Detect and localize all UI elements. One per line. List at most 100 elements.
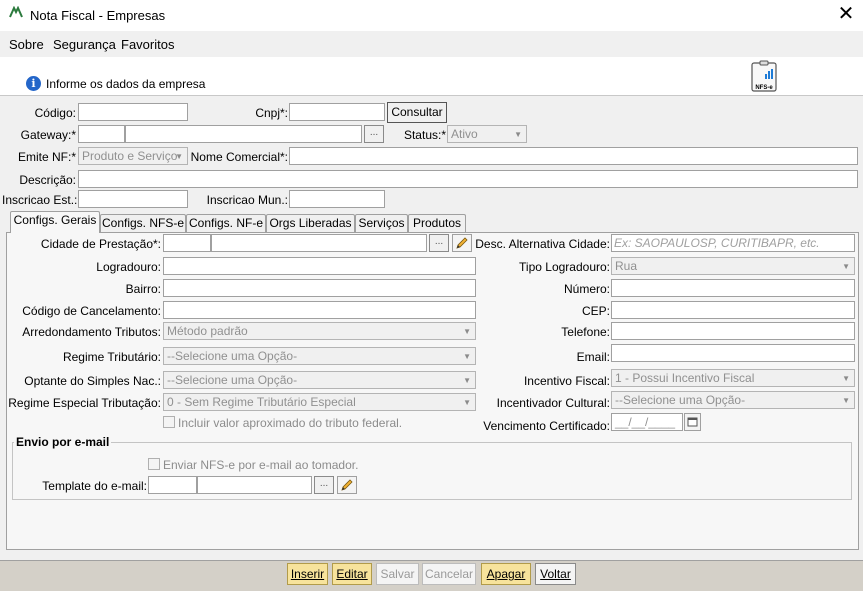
gateway-browse-button[interactable]: ... <box>364 125 384 143</box>
telefone-label: Telefone: <box>561 325 610 339</box>
incentivador-cultural-select[interactable]: --Selecione uma Opção- ▼ <box>611 391 855 409</box>
gateway-code-field[interactable] <box>78 125 125 143</box>
menu-seguranca[interactable]: Segurança <box>53 37 116 52</box>
descricao-field[interactable] <box>78 170 858 188</box>
cidade-prestacao-label: Cidade de Prestação*: <box>40 237 161 251</box>
tipo-logradouro-label: Tipo Logradouro: <box>519 260 610 274</box>
optante-simples-value: --Selecione uma Opção- <box>167 373 298 387</box>
chevron-down-icon: ▼ <box>463 327 471 336</box>
incentivo-fiscal-select[interactable]: 1 - Possui Incentivo Fiscal ▼ <box>611 369 855 387</box>
menu-bar: Sobre Segurança Favoritos <box>0 31 863 58</box>
regime-especial-select[interactable]: 0 - Sem Regime Tributário Especial ▼ <box>163 393 476 411</box>
enviar-email-checkbox[interactable] <box>148 458 160 470</box>
nfse-document-icon: NFS-e <box>751 60 777 92</box>
cod-cancelamento-field[interactable] <box>163 301 476 319</box>
consultar-button[interactable]: Consultar <box>387 102 447 123</box>
cnpj-field[interactable] <box>289 103 385 121</box>
tab-orgs-liberadas[interactable]: Orgs Liberadas <box>266 214 355 232</box>
desc-alternativa-field[interactable]: Ex: SAOPAULOSP, CURITIBAPR, etc. <box>611 234 855 252</box>
template-name-field[interactable] <box>197 476 312 494</box>
salvar-button[interactable]: Salvar <box>376 563 419 585</box>
emite-nf-select[interactable]: Produto e Serviço ▼ <box>78 147 188 165</box>
incluir-tributo-checkbox[interactable] <box>163 416 175 428</box>
status-select[interactable]: Ativo ▼ <box>447 125 527 143</box>
regime-tributario-label: Regime Tributário: <box>62 350 161 364</box>
regime-especial-label: Regime Especial Tributação: <box>8 396 161 410</box>
cod-cancelamento-label: Código de Cancelamento: <box>22 304 161 318</box>
arredondamento-value: Método padrão <box>167 324 248 338</box>
info-icon: i <box>26 76 41 91</box>
chevron-down-icon: ▼ <box>842 396 850 405</box>
close-icon[interactable]: ✕ <box>836 3 856 25</box>
pencil-icon <box>456 237 468 249</box>
arredondamento-select[interactable]: Método padrão ▼ <box>163 322 476 340</box>
tab-produtos[interactable]: Produtos <box>408 214 466 232</box>
regime-tributario-value: --Selecione uma Opção- <box>167 349 298 363</box>
tab-configs-nfe[interactable]: Configs. NF-e <box>186 214 266 232</box>
regime-especial-value: 0 - Sem Regime Tributário Especial <box>167 395 356 409</box>
chevron-down-icon: ▼ <box>842 262 850 271</box>
tab-configs-nfse[interactable]: Configs. NFS-e <box>100 214 186 232</box>
inserir-button[interactable]: Inserir <box>287 563 328 585</box>
cep-field[interactable] <box>611 301 855 319</box>
incentivo-fiscal-value: 1 - Possui Incentivo Fiscal <box>615 371 755 385</box>
apagar-button[interactable]: Apagar <box>481 563 531 585</box>
nfse-icon-label: NFS-e <box>755 85 773 91</box>
emite-nf-label: Emite NF:* <box>17 150 76 164</box>
emite-nf-value: Produto e Serviço <box>82 149 178 163</box>
descricao-label: Descrição: <box>19 173 76 187</box>
cidade-name-field[interactable] <box>211 234 427 252</box>
bairro-label: Bairro: <box>125 282 161 296</box>
inscricao-est-label: Inscricao Est.: <box>2 193 78 207</box>
title-bar: Nota Fiscal - Empresas ✕ <box>0 0 863 31</box>
cancelar-button[interactable]: Cancelar <box>422 563 476 585</box>
menu-sobre[interactable]: Sobre <box>9 37 44 52</box>
cidade-edit-button[interactable] <box>452 234 472 252</box>
chevron-down-icon: ▼ <box>842 374 850 383</box>
cidade-browse-button[interactable]: ... <box>429 234 449 252</box>
incentivo-fiscal-label: Incentivo Fiscal: <box>523 374 610 388</box>
incluir-tributo-label: Incluir valor aproximado do tributo fede… <box>178 416 403 430</box>
nome-comercial-label: Nome Comercial*: <box>190 150 288 164</box>
vencimento-label: Vencimento Certificado: <box>483 419 610 433</box>
optante-simples-select[interactable]: --Selecione uma Opção- ▼ <box>163 371 476 389</box>
tab-configs-gerais[interactable]: Configs. Gerais <box>10 211 100 233</box>
numero-field[interactable] <box>611 279 855 297</box>
inscricao-mun-field[interactable] <box>289 190 385 208</box>
inscricao-est-field[interactable] <box>78 190 188 208</box>
telefone-field[interactable] <box>611 322 855 340</box>
calendar-button[interactable] <box>684 413 701 431</box>
gateway-label: Gateway:* <box>20 128 76 142</box>
editar-button[interactable]: Editar <box>332 563 372 585</box>
cidade-code-field[interactable] <box>163 234 211 252</box>
chevron-down-icon: ▼ <box>463 376 471 385</box>
chevron-down-icon: ▼ <box>463 398 471 407</box>
envio-email-legend: Envio por e-mail <box>14 435 112 449</box>
chevron-down-icon: ▼ <box>463 352 471 361</box>
template-code-field[interactable] <box>148 476 197 494</box>
vencimento-field[interactable]: __/__/____ <box>611 413 683 431</box>
tipo-logradouro-select[interactable]: Rua ▼ <box>611 257 855 275</box>
tab-servicos[interactable]: Serviços <box>355 214 408 232</box>
template-browse-button[interactable]: ... <box>314 476 334 494</box>
arredondamento-label: Arredondamento Tributos: <box>22 325 161 339</box>
bairro-field[interactable] <box>163 279 476 297</box>
menu-favoritos[interactable]: Favoritos <box>121 37 174 52</box>
logradouro-label: Logradouro: <box>96 260 161 274</box>
incentivador-cultural-value: --Selecione uma Opção- <box>615 393 746 407</box>
window-title: Nota Fiscal - Empresas <box>30 8 166 23</box>
pencil-icon <box>341 479 353 491</box>
email-field[interactable] <box>611 344 855 362</box>
gateway-name-field[interactable] <box>125 125 362 143</box>
tipo-logradouro-value: Rua <box>615 259 638 273</box>
enviar-email-label: Enviar NFS-e por e-mail ao tomador. <box>163 458 359 472</box>
template-edit-button[interactable] <box>337 476 357 494</box>
logradouro-field[interactable] <box>163 257 476 275</box>
numero-label: Número: <box>563 282 610 296</box>
nome-comercial-field[interactable] <box>289 147 858 165</box>
chevron-down-icon: ▼ <box>514 130 522 139</box>
voltar-button[interactable]: Voltar <box>535 563 576 585</box>
codigo-field[interactable] <box>78 103 188 121</box>
regime-tributario-select[interactable]: --Selecione uma Opção- ▼ <box>163 347 476 365</box>
desc-alternativa-label: Desc. Alternativa Cidade: <box>475 237 610 251</box>
